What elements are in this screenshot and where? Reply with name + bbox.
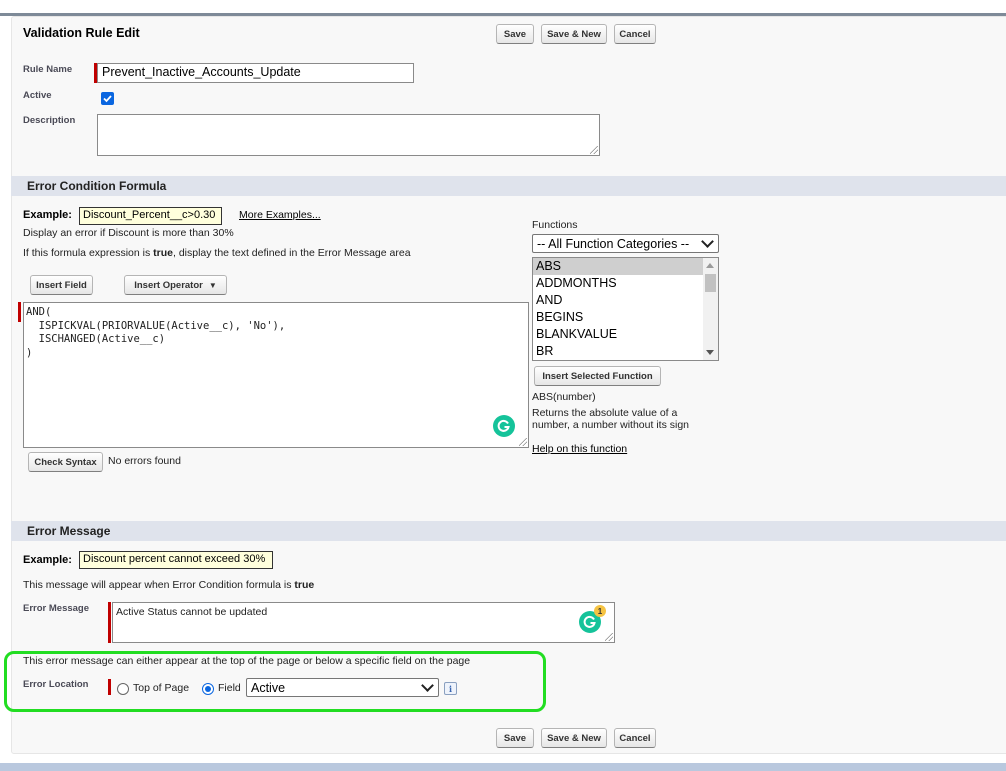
help-function-link[interactable]: Help on this function xyxy=(532,443,627,455)
rule-name-input[interactable]: Prevent_Inactive_Accounts_Update xyxy=(97,63,414,83)
insert-field-button[interactable]: Insert Field xyxy=(30,275,93,295)
save-new-button-bottom[interactable]: Save & New xyxy=(541,728,607,748)
error-message-value: Active Status cannot be updated xyxy=(116,606,268,618)
description-label: Description xyxy=(23,115,76,126)
scroll-down-icon[interactable] xyxy=(706,350,714,355)
syntax-status: No errors found xyxy=(108,455,181,467)
formula-hint: If this formula expression is true, disp… xyxy=(23,247,411,259)
error-message-label: Error Message xyxy=(23,603,90,614)
resize-grip-icon[interactable] xyxy=(590,146,598,154)
error-location-highlight xyxy=(4,651,546,712)
caret-down-icon: ▼ xyxy=(208,280,217,290)
message-example-label: Example: xyxy=(23,554,72,566)
message-hint: This message will appear when Error Cond… xyxy=(23,579,315,591)
rule-name-label: Rule Name xyxy=(23,64,73,75)
formula-editor[interactable]: AND( ISPICKVAL(PRIORVALUE(Active__c), 'N… xyxy=(23,302,529,448)
description-textarea[interactable] xyxy=(97,114,600,156)
formula-example-description: Display an error if Discount is more tha… xyxy=(23,227,234,239)
save-button-bottom[interactable]: Save xyxy=(496,728,534,748)
check-syntax-button[interactable]: Check Syntax xyxy=(28,452,103,472)
checkmark-icon xyxy=(103,95,112,103)
page-title: Validation Rule Edit xyxy=(23,26,140,40)
formula-example-box: Discount_Percent__c>0.30 xyxy=(79,207,222,225)
formula-example-label: Example: xyxy=(23,209,72,221)
active-checkbox[interactable] xyxy=(101,92,114,105)
grammarly-g-icon xyxy=(583,615,596,628)
insert-selected-function-button[interactable]: Insert Selected Function xyxy=(534,366,661,386)
scroll-up-icon[interactable] xyxy=(706,263,714,268)
grammarly-icon[interactable] xyxy=(493,415,515,437)
functions-listbox[interactable]: ABS ADDMONTHS AND BEGINS BLANKVALUE BR xyxy=(532,257,719,361)
scroll-thumb[interactable] xyxy=(705,274,716,292)
formula-required-indicator xyxy=(18,302,21,322)
function-description-line1: Returns the absolute value of a xyxy=(532,407,678,419)
function-description-line2: number, a number without its sign xyxy=(532,419,689,431)
function-item[interactable]: BEGINS xyxy=(533,309,704,326)
error-message-required-indicator xyxy=(108,602,111,643)
formula-code: AND( ISPICKVAL(PRIORVALUE(Active__c), 'N… xyxy=(26,306,286,359)
message-resize-grip-icon[interactable] xyxy=(605,633,613,641)
insert-operator-label: Insert Operator xyxy=(134,279,203,291)
grammarly-count-badge: 1 xyxy=(594,605,606,617)
bottom-bar xyxy=(0,763,1006,771)
function-item[interactable]: ADDMONTHS xyxy=(533,275,704,292)
function-item[interactable]: BLANKVALUE xyxy=(533,326,704,343)
message-section-header: Error Message xyxy=(11,521,1006,541)
message-example-box: Discount percent cannot exceed 30% xyxy=(79,551,273,569)
formula-section-header: Error Condition Formula xyxy=(11,176,1006,196)
function-category-select[interactable]: -- All Function Categories -- xyxy=(532,234,719,253)
save-new-button-top[interactable]: Save & New xyxy=(541,24,607,44)
error-message-textarea[interactable]: Active Status cannot be updated 1 xyxy=(112,602,615,643)
save-button-top[interactable]: Save xyxy=(496,24,534,44)
chevron-down-icon xyxy=(701,235,714,248)
cancel-button-top[interactable]: Cancel xyxy=(614,24,656,44)
function-item[interactable]: ABS xyxy=(533,258,704,275)
functions-label: Functions xyxy=(532,219,578,231)
functions-scrollbar[interactable] xyxy=(703,258,718,360)
function-category-value: -- All Function Categories -- xyxy=(537,236,690,251)
insert-operator-button[interactable]: Insert Operator ▼ xyxy=(124,275,227,295)
cancel-button-bottom[interactable]: Cancel xyxy=(614,728,656,748)
grammarly-g-icon xyxy=(497,419,510,432)
active-label: Active xyxy=(23,90,52,101)
function-signature: ABS(number) xyxy=(532,391,596,403)
function-item[interactable]: AND xyxy=(533,292,704,309)
function-item[interactable]: BR xyxy=(533,343,704,360)
more-examples-link[interactable]: More Examples... xyxy=(239,209,321,221)
formula-resize-grip-icon[interactable] xyxy=(519,438,527,446)
